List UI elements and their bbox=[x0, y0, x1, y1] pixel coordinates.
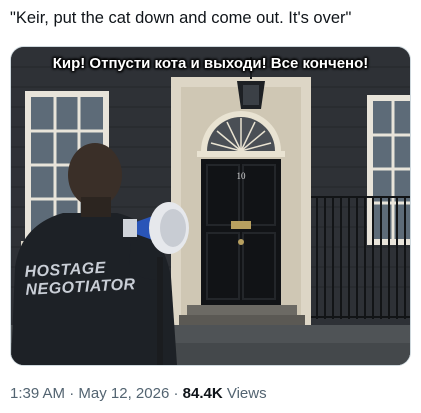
views-count[interactable]: 84.4K bbox=[183, 385, 223, 402]
front-door: 10 bbox=[201, 159, 281, 305]
post-meta: 1:39 AM · May 12, 2026 · 84.4K Views bbox=[10, 385, 267, 402]
views-label: Views bbox=[226, 385, 267, 402]
meta-separator: · bbox=[69, 385, 75, 402]
meta-separator: · bbox=[173, 385, 179, 402]
post-date[interactable]: May 12, 2026 bbox=[78, 385, 169, 402]
vest-label: HOSTAGE NEGOTIATOR bbox=[24, 258, 136, 300]
post-image[interactable]: 10 Кир! Отпусти кота и выходи! Все конче… bbox=[10, 46, 411, 366]
image-caption: Кир! Отпусти кота и выходи! Все кончено! bbox=[52, 55, 369, 72]
post-time[interactable]: 1:39 AM bbox=[10, 385, 65, 402]
door-number: 10 bbox=[237, 171, 247, 181]
post-text: "Keir, put the cat down and come out. It… bbox=[10, 9, 352, 27]
photo-illustration: 10 bbox=[11, 47, 410, 365]
